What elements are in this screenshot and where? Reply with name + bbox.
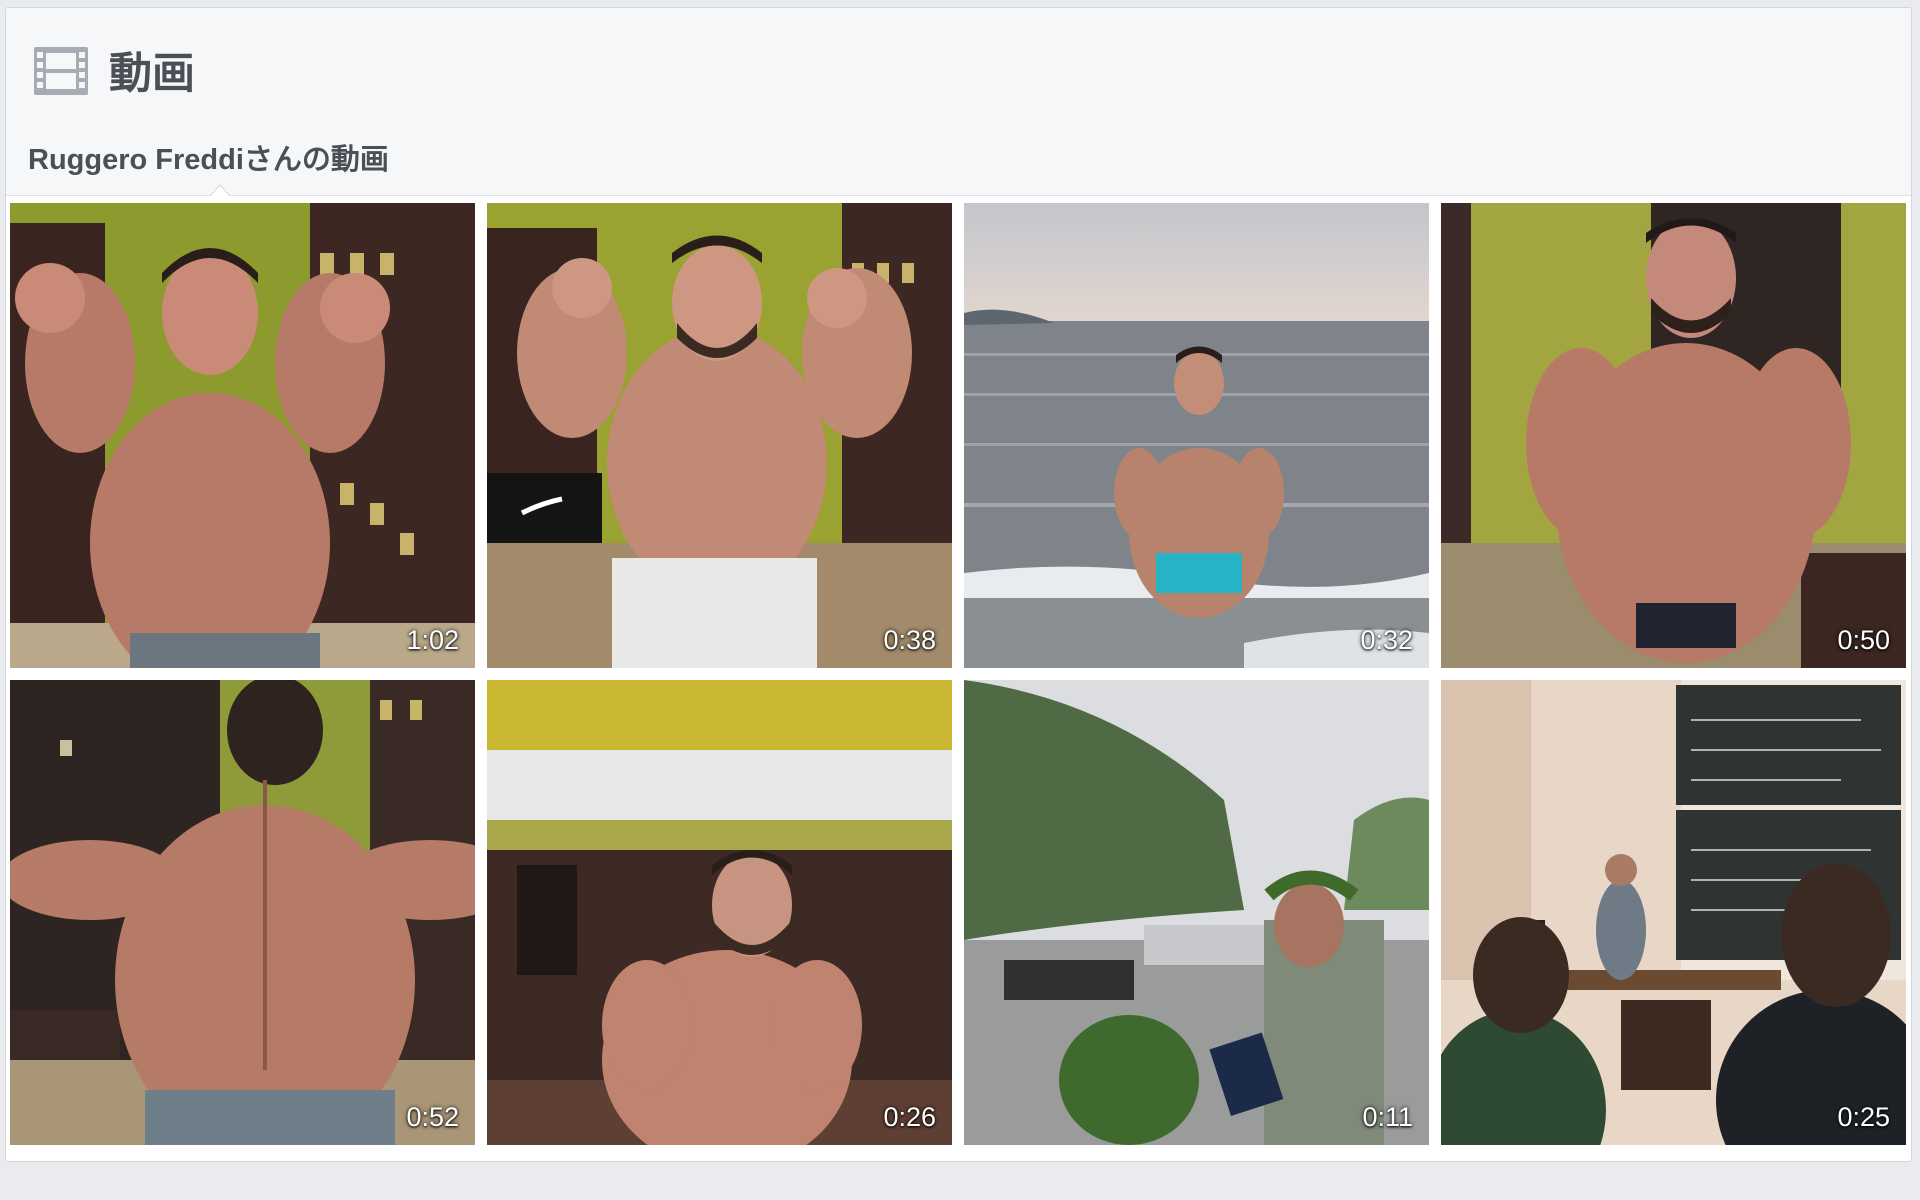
video-duration: 0:38 xyxy=(883,625,936,655)
video-thumbnail-image xyxy=(1441,680,1906,1145)
video-thumbnail-image xyxy=(487,680,952,1145)
video-duration: 0:32 xyxy=(1360,625,1413,655)
video-thumbnail[interactable]: 0:52 xyxy=(10,680,475,1145)
video-thumbnail-image xyxy=(964,203,1429,668)
video-thumbnail[interactable]: 0:25 xyxy=(1441,680,1906,1145)
film-strip-icon xyxy=(34,47,88,95)
video-duration: 0:50 xyxy=(1837,625,1890,655)
video-thumbnail[interactable]: 0:26 xyxy=(487,680,952,1145)
video-duration: 0:26 xyxy=(883,1102,936,1132)
video-duration: 0:52 xyxy=(406,1102,459,1132)
panel-header: 動画 Ruggero Freddiさんの動画 xyxy=(6,8,1911,197)
video-thumbnail-image xyxy=(487,203,952,668)
videos-panel: 動画 Ruggero Freddiさんの動画 1:02 0:38 0:32 0:… xyxy=(5,7,1912,1162)
video-thumbnail[interactable]: 0:38 xyxy=(487,203,952,668)
video-thumbnail-image xyxy=(10,203,475,668)
video-thumbnail[interactable]: 0:32 xyxy=(964,203,1429,668)
video-duration: 0:25 xyxy=(1837,1102,1890,1132)
video-thumbnail-image xyxy=(10,680,475,1145)
tab-user-videos[interactable]: Ruggero Freddiさんの動画 xyxy=(28,142,389,178)
page-title: 動画 xyxy=(109,50,195,98)
video-thumbnail[interactable]: 1:02 xyxy=(10,203,475,668)
video-thumbnail[interactable]: 0:11 xyxy=(964,680,1429,1145)
video-thumbnail-image xyxy=(964,680,1429,1145)
video-thumbnail[interactable]: 0:50 xyxy=(1441,203,1906,668)
video-thumbnail-image xyxy=(1441,203,1906,668)
video-duration: 1:02 xyxy=(406,625,459,655)
video-duration: 0:11 xyxy=(1362,1102,1413,1132)
